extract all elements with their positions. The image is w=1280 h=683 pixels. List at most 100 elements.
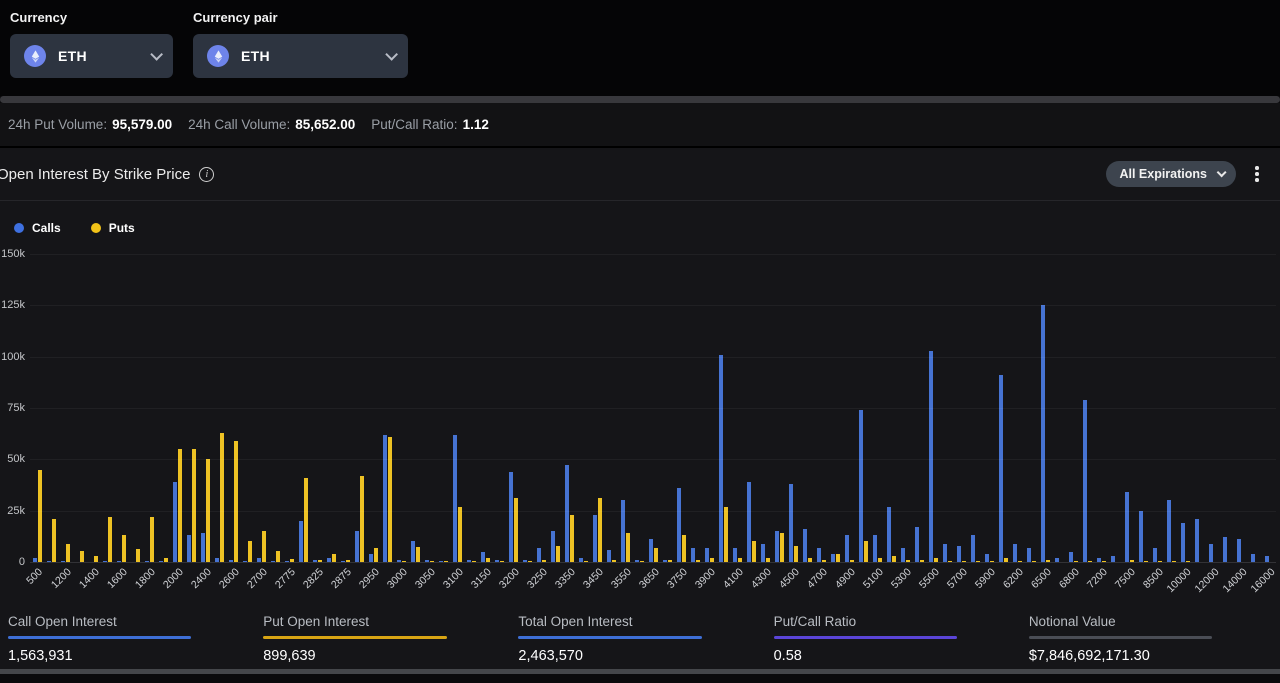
x-axis-tick-5900: 5900 xyxy=(972,566,997,591)
put-bar xyxy=(836,554,840,562)
call-bar xyxy=(1223,537,1227,562)
x-axis-tick-3050: 3050 xyxy=(412,566,437,591)
x-axis-tick-12000: 12000 xyxy=(1192,566,1221,595)
currency-pair-label: Currency pair xyxy=(193,10,408,25)
x-axis-tick-6800: 6800 xyxy=(1056,566,1081,591)
call-bar xyxy=(1139,511,1143,562)
call-bar xyxy=(859,410,863,562)
currency-label: Currency xyxy=(10,10,173,25)
call-bar xyxy=(481,552,485,562)
x-axis-tick-3150: 3150 xyxy=(468,566,493,591)
x-axis-tick-1600: 1600 xyxy=(104,566,129,591)
call-bar xyxy=(761,544,765,562)
y-axis-tick-0: 0 xyxy=(19,556,25,568)
x-axis-tick-2700: 2700 xyxy=(244,566,269,591)
x-axis-tick-1400: 1400 xyxy=(76,566,101,591)
call-bar xyxy=(1013,544,1017,562)
x-axis-tick-3900: 3900 xyxy=(692,566,717,591)
x-axis-tick-3450: 3450 xyxy=(580,566,605,591)
x-axis-tick-5700: 5700 xyxy=(944,566,969,591)
call-bar xyxy=(649,539,653,562)
x-axis-tick-16000: 16000 xyxy=(1248,566,1277,595)
x-axis-tick-3550: 3550 xyxy=(608,566,633,591)
x-axis-tick-2400: 2400 xyxy=(188,566,213,591)
call-bar xyxy=(831,554,835,562)
call-bar xyxy=(593,515,597,562)
call-bar xyxy=(607,550,611,562)
total-open-interest-stat: Total Open Interest 2,463,570 xyxy=(518,614,759,664)
put-open-interest-stat: Put Open Interest 899,639 xyxy=(263,614,504,664)
call-bar xyxy=(929,351,933,562)
x-axis-tick-8500: 8500 xyxy=(1140,566,1165,591)
x-axis-tick-2600: 2600 xyxy=(216,566,241,591)
put-bar xyxy=(556,546,560,562)
call-bar xyxy=(537,548,541,562)
kebab-menu-button[interactable] xyxy=(1248,166,1266,182)
x-axis-tick-4500: 4500 xyxy=(776,566,801,591)
call-bar xyxy=(999,375,1003,562)
y-axis-tick-150k: 150k xyxy=(1,248,25,260)
put-bar xyxy=(654,548,658,562)
call-bar xyxy=(943,544,947,562)
notional-value-stat: Notional Value $7,846,692,171.30 xyxy=(1029,614,1270,664)
chevron-down-icon xyxy=(1217,167,1227,177)
put-bar xyxy=(794,546,798,562)
call-bar xyxy=(775,531,779,562)
call-bar xyxy=(1195,519,1199,562)
call-bar xyxy=(1027,548,1031,562)
x-axis-tick-4100: 4100 xyxy=(720,566,745,591)
call-bar xyxy=(845,535,849,562)
chevron-down-icon xyxy=(150,48,163,61)
chart-legend: Calls Puts xyxy=(14,221,1280,235)
x-axis-tick-3100: 3100 xyxy=(440,566,465,591)
call-bar xyxy=(803,529,807,562)
currency-pair-dropdown[interactable]: ETH xyxy=(193,34,408,78)
call-bar xyxy=(1251,554,1255,562)
put-bar xyxy=(304,478,308,562)
gridline-100k: 100k xyxy=(30,357,1276,358)
x-axis-tick-3350: 3350 xyxy=(552,566,577,591)
x-axis-tick-14000: 14000 xyxy=(1220,566,1249,595)
put-bar xyxy=(598,498,602,562)
x-axis-tick-2950: 2950 xyxy=(356,566,381,591)
put-bar xyxy=(38,470,42,562)
call-bar xyxy=(299,521,303,562)
x-axis-tick-3200: 3200 xyxy=(496,566,521,591)
call-bar xyxy=(817,548,821,562)
put-bar xyxy=(122,535,126,562)
x-axis-tick-1200: 1200 xyxy=(48,566,73,591)
put-bar xyxy=(220,433,224,562)
x-axis-tick-3650: 3650 xyxy=(636,566,661,591)
put-bar xyxy=(108,517,112,562)
x-axis-tick-10000: 10000 xyxy=(1164,566,1193,595)
put-bar xyxy=(682,535,686,562)
stat-underline xyxy=(518,636,701,639)
legend-item-calls[interactable]: Calls xyxy=(14,221,61,235)
gridline-75k: 75k xyxy=(30,408,1276,409)
x-axis-tick-2875: 2875 xyxy=(328,566,353,591)
eth-icon xyxy=(24,45,46,67)
call-bar xyxy=(747,482,751,562)
put-bar xyxy=(178,449,182,562)
put-bar xyxy=(780,533,784,562)
x-axis-tick-5300: 5300 xyxy=(888,566,913,591)
bottom-scrollbar-divider xyxy=(0,669,1280,674)
stat-underline xyxy=(8,636,191,639)
all-expirations-dropdown[interactable]: All Expirations xyxy=(1106,161,1236,187)
call-bar xyxy=(901,548,905,562)
call-bar xyxy=(621,500,625,562)
y-axis-tick-75k: 75k xyxy=(7,402,25,414)
legend-item-puts[interactable]: Puts xyxy=(91,221,135,235)
x-axis-tick-7500: 7500 xyxy=(1112,566,1137,591)
gridline-150k: 150k xyxy=(30,254,1276,255)
x-axis-tick-500: 500 xyxy=(25,566,46,587)
call-bar xyxy=(201,533,205,562)
info-icon[interactable]: i xyxy=(199,167,214,182)
call-bar xyxy=(1237,539,1241,562)
call-bar xyxy=(565,465,569,562)
x-axis-tick-2000: 2000 xyxy=(160,566,185,591)
call-bar xyxy=(173,482,177,562)
put-bar xyxy=(724,507,728,562)
call-bar xyxy=(985,554,989,562)
currency-dropdown[interactable]: ETH xyxy=(10,34,173,78)
